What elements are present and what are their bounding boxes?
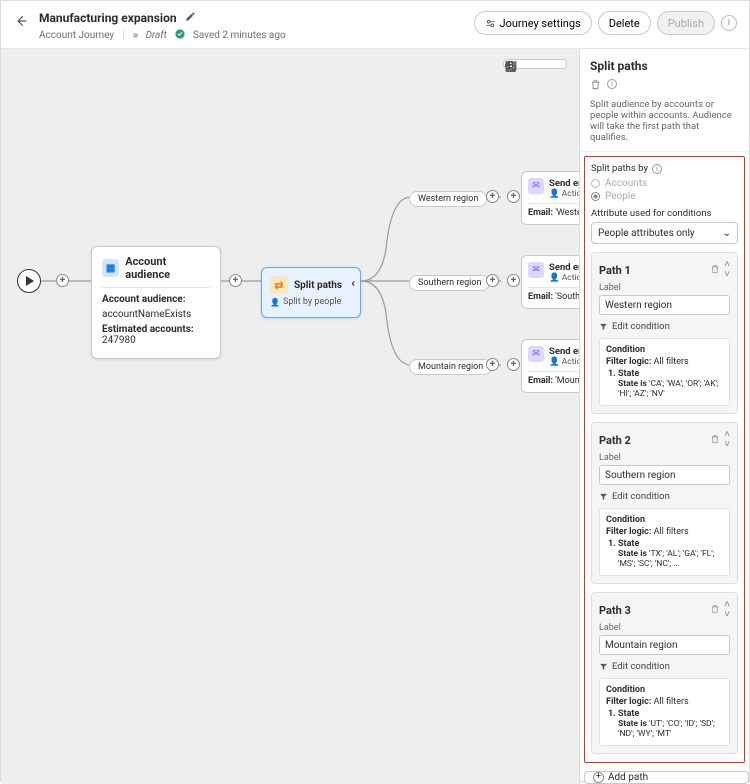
saved-text: Saved 2 minutes ago xyxy=(193,30,286,41)
radio-people: People xyxy=(591,191,738,202)
path-title: Path 3 xyxy=(599,604,631,617)
attribute-select[interactable]: People attributes only⌄ xyxy=(591,222,738,244)
status-text: Draft xyxy=(146,30,167,41)
attribute-label: Attribute used for conditions xyxy=(591,208,738,219)
action-icon: ✉ xyxy=(528,262,544,278)
add-node-branch-2b[interactable]: + xyxy=(507,274,520,287)
plus-icon: + xyxy=(593,772,604,783)
send-email-node-3[interactable]: ✉Send ema👤 Action c Email: 'Mountain sch… xyxy=(521,339,579,393)
journey-canvas[interactable]: + ▦Account audience Account audience: ac… xyxy=(1,49,579,784)
label-label: Label xyxy=(599,453,730,463)
saved-check-icon xyxy=(175,29,185,42)
split-by-info-icon[interactable]: i xyxy=(652,164,662,174)
delete-path-icon[interactable] xyxy=(710,264,720,277)
path-label-input[interactable]: Western region xyxy=(599,295,730,315)
help-icon[interactable]: i xyxy=(721,15,737,31)
path-card-1: Path 1˄˅LabelWestern region Edit conditi… xyxy=(591,252,738,414)
panel-info-icon[interactable]: i xyxy=(607,79,617,89)
path-title: Path 2 xyxy=(599,434,631,447)
panel-title: Split paths xyxy=(580,49,749,79)
app-header: Manufacturing expansion Account Journey … xyxy=(1,1,749,49)
status-dot xyxy=(133,33,138,38)
move-down-icon[interactable]: ˅ xyxy=(724,610,730,620)
panel-description: Split audience by accounts or people wit… xyxy=(580,99,749,152)
split-icon: ⇄ xyxy=(270,276,288,294)
branch-label-southern[interactable]: Southern region xyxy=(409,275,490,291)
properties-panel: Split paths i Split audience by accounts… xyxy=(579,49,749,784)
condition-box: ConditionFilter logic: All filtersStateS… xyxy=(599,338,730,406)
chevron-down-icon: ⌄ xyxy=(723,228,731,239)
send-email-node-1[interactable]: ✉Send ema👤 Action c Email: 'Western e xyxy=(521,171,579,225)
label-label: Label xyxy=(599,283,730,293)
add-node-branch-1b[interactable]: + xyxy=(507,190,520,203)
move-down-icon[interactable]: ˅ xyxy=(724,440,730,450)
path-label-input[interactable]: Mountain region xyxy=(599,635,730,655)
start-node[interactable] xyxy=(17,269,41,293)
path-card-3: Path 3˄˅LabelMountain region Edit condit… xyxy=(591,592,738,754)
add-node-branch-3b[interactable]: + xyxy=(507,358,520,371)
publish-button: Publish xyxy=(657,11,715,35)
radio-accounts: Accounts xyxy=(591,178,738,189)
condition-box: ConditionFilter logic: All filtersStateS… xyxy=(599,508,730,576)
journey-type: Account Journey xyxy=(39,30,114,41)
edit-title-icon[interactable] xyxy=(185,11,196,25)
move-down-icon[interactable]: ˅ xyxy=(724,270,730,280)
condition-box: ConditionFilter logic: All filtersStateS… xyxy=(599,678,730,746)
path-label-input[interactable]: Southern region xyxy=(599,465,730,485)
edit-condition-link[interactable]: Edit condition xyxy=(599,321,730,332)
collapse-node-icon[interactable]: ‹ xyxy=(351,276,355,290)
action-icon: ✉ xyxy=(528,178,544,194)
delete-path-icon[interactable] xyxy=(710,434,720,447)
action-icon: ✉ xyxy=(528,346,544,362)
add-path-button[interactable]: + Add path xyxy=(584,771,749,784)
add-node-after-audience[interactable]: + xyxy=(229,274,242,287)
split-by-label: Split paths byi xyxy=(591,163,738,174)
audience-icon: ▦ xyxy=(102,259,119,277)
delete-button[interactable]: Delete xyxy=(598,11,651,35)
journey-title: Manufacturing expansion xyxy=(39,11,177,25)
add-node-branch-1[interactable]: + xyxy=(486,190,499,203)
account-audience-node[interactable]: ▦Account audience Account audience: acco… xyxy=(91,246,221,359)
split-paths-node[interactable]: ⇄Split paths 👤Split by people ‹ xyxy=(261,267,361,318)
edit-condition-link[interactable]: Edit condition xyxy=(599,661,730,672)
add-node-branch-3[interactable]: + xyxy=(486,358,499,371)
path-title: Path 1 xyxy=(599,264,631,277)
back-button[interactable] xyxy=(13,13,29,29)
add-node-before-audience[interactable]: + xyxy=(56,274,69,287)
label-label: Label xyxy=(599,623,730,633)
branch-label-western[interactable]: Western region xyxy=(409,191,487,207)
delete-node-icon[interactable] xyxy=(590,79,601,93)
add-node-branch-2[interactable]: + xyxy=(486,274,499,287)
path-card-2: Path 2˄˅LabelSouthern region Edit condit… xyxy=(591,422,738,584)
canvas-toolbar xyxy=(503,59,567,69)
branch-label-mountain[interactable]: Mountain region xyxy=(409,359,492,375)
send-email-node-2[interactable]: ✉Send ema👤 Action c Email: 'Southern sch… xyxy=(521,255,579,309)
journey-settings-button[interactable]: Journey settings xyxy=(474,11,592,35)
edit-condition-link[interactable]: Edit condition xyxy=(599,491,730,502)
delete-path-icon[interactable] xyxy=(710,604,720,617)
